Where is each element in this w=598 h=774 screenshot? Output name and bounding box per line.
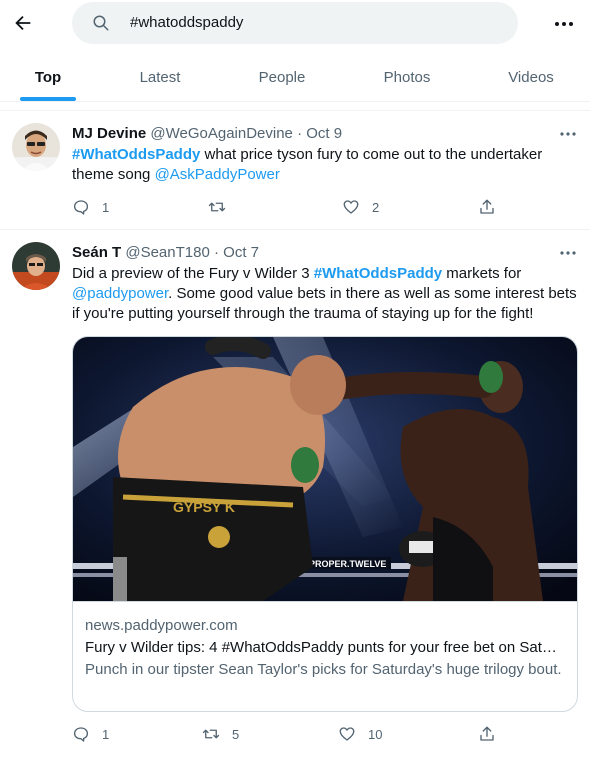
tweet-text: #WhatOddsPaddy what price tyson fury to …: [72, 145, 577, 185]
reply-icon: [73, 200, 89, 215]
like-button[interactable]: 10: [338, 724, 382, 744]
divider: [0, 101, 590, 102]
link-title: Fury v Wilder tips: 4 #WhatOddsPaddy pun…: [85, 639, 565, 656]
tweet-header: MJ Devine @WeGoAgainDevine · Oct 9: [72, 125, 342, 142]
link-preview-card[interactable]: PROPER.TWELVE GYPSY K news.paddypower.co…: [72, 336, 578, 712]
apron-text: PROPER.TWELVE: [309, 559, 386, 569]
search-box[interactable]: #whatoddspaddy: [72, 2, 518, 44]
handle[interactable]: @WeGoAgainDevine: [150, 125, 293, 142]
share-icon: [480, 199, 494, 214]
search-icon: [93, 15, 109, 31]
avatar[interactable]: [12, 123, 60, 171]
reply-icon: [73, 727, 89, 742]
tweet-text: Did a preview of the Fury v Wilder 3 #Wh…: [72, 264, 577, 324]
timestamp[interactable]: Oct 9: [306, 125, 342, 142]
like-count: 10: [368, 726, 383, 742]
back-button[interactable]: [8, 8, 38, 38]
tweet-text-segment: markets for: [442, 265, 522, 282]
tab-people[interactable]: People: [234, 52, 330, 102]
shorts-text: GYPSY K: [173, 499, 235, 515]
search-tabs: Top Latest People Photos Videos: [0, 52, 598, 102]
more-horizontal-icon: [560, 251, 576, 255]
like-button[interactable]: 2: [342, 197, 379, 217]
article-photo: PROPER.TWELVE GYPSY K: [73, 337, 577, 601]
timestamp[interactable]: Oct 7: [223, 244, 259, 261]
heart-icon: [339, 727, 355, 741]
arrow-left-icon: [15, 15, 31, 31]
avatar[interactable]: [12, 242, 60, 290]
tweet[interactable]: MJ Devine @WeGoAgainDevine · Oct 9 #What…: [0, 111, 590, 229]
tweet-actions: 1 5 10: [72, 724, 512, 744]
retweet-icon: [208, 202, 226, 212]
share-icon: [480, 726, 494, 741]
hashtag-link[interactable]: #WhatOddsPaddy: [314, 265, 442, 282]
more-horizontal-icon: [555, 22, 573, 26]
tab-latest[interactable]: Latest: [112, 52, 208, 102]
tweet-more-button[interactable]: [556, 125, 580, 143]
tab-videos[interactable]: Videos: [483, 52, 579, 102]
link-domain: news.paddypower.com: [85, 617, 238, 634]
separator-dot: ·: [297, 125, 303, 142]
mention-link[interactable]: @AskPaddyPower: [155, 166, 280, 183]
tweet-header: Seán T @SeanT180 · Oct 7: [72, 244, 259, 261]
mention-link[interactable]: @paddypower: [72, 285, 168, 302]
retweet-button[interactable]: 5: [202, 724, 239, 744]
share-button[interactable]: [478, 724, 496, 744]
hashtag-link[interactable]: #WhatOddsPaddy: [72, 146, 200, 163]
tweet-actions: 1 2: [72, 197, 512, 217]
display-name[interactable]: MJ Devine: [72, 125, 146, 142]
tab-photos[interactable]: Photos: [359, 52, 455, 102]
display-name[interactable]: Seán T: [72, 244, 121, 261]
tab-top[interactable]: Top: [0, 52, 96, 102]
separator-dot: ·: [213, 244, 219, 261]
tweet-more-button[interactable]: [556, 244, 580, 262]
reply-button[interactable]: 1: [72, 197, 109, 217]
reply-button[interactable]: 1: [72, 724, 109, 744]
share-button[interactable]: [478, 197, 496, 217]
top-bar: #whatoddspaddy: [0, 0, 598, 48]
tweet-text-segment: Did a preview of the Fury v Wilder 3: [72, 265, 314, 282]
more-horizontal-icon: [560, 132, 576, 136]
retweet-button[interactable]: [208, 197, 238, 217]
search-input[interactable]: #whatoddspaddy: [130, 14, 243, 31]
divider: [73, 601, 577, 602]
like-count: 2: [372, 199, 380, 215]
handle[interactable]: @SeanT180: [125, 244, 209, 261]
reply-count: 1: [102, 726, 110, 742]
link-description: Punch in our tipster Sean Taylor's picks…: [85, 661, 562, 678]
reply-count: 1: [102, 199, 110, 215]
more-options-button[interactable]: [552, 12, 576, 36]
retweet-count: 5: [232, 726, 240, 742]
retweet-icon: [202, 729, 220, 739]
heart-icon: [343, 200, 359, 214]
